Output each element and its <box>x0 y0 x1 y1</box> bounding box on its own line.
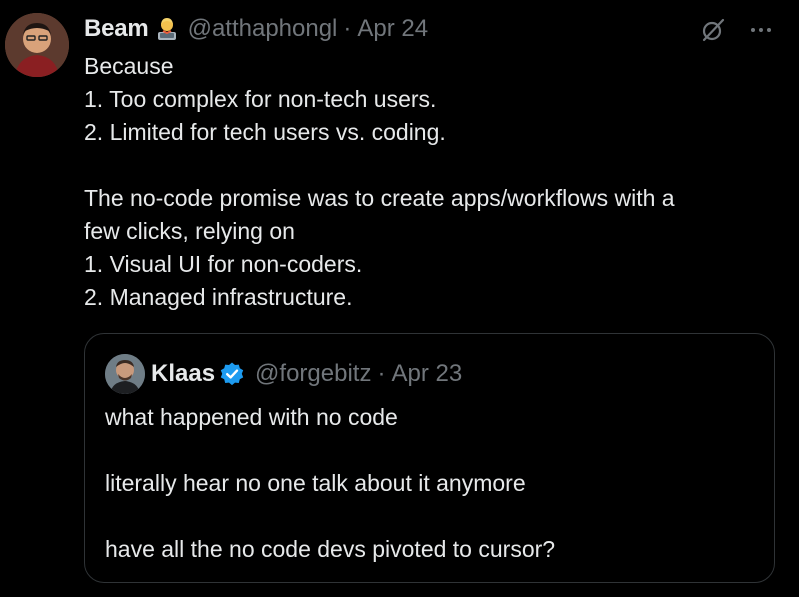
author-avatar[interactable] <box>5 13 69 77</box>
quoted-text-line: what happened with no code <box>105 404 398 430</box>
tweet-text-line: Because <box>84 53 174 79</box>
author-name[interactable]: Beam <box>84 15 149 43</box>
quoted-tweet[interactable]: Klaas @forgebitz · Apr 23 what happened … <box>84 333 775 583</box>
grok-icon[interactable] <box>699 16 727 44</box>
tweet-text-line: 2. Limited for tech users vs. coding. <box>84 119 446 145</box>
quoted-author-avatar[interactable] <box>105 354 145 394</box>
paragraph-break <box>105 500 755 533</box>
quoted-author-avatar-image <box>105 354 145 394</box>
technologist-emoji-icon <box>154 16 180 42</box>
paragraph-break <box>84 149 774 182</box>
tweet-text-line: 1. Visual UI for non-coders. <box>84 251 363 277</box>
author-avatar-image <box>5 13 69 77</box>
quoted-tweet-date[interactable]: Apr 23 <box>391 360 462 388</box>
author-handle[interactable]: @atthaphongl <box>188 15 338 43</box>
verified-badge-icon[interactable] <box>219 361 245 387</box>
tweet-date[interactable]: Apr 24 <box>357 15 428 43</box>
tweet-text-line: 1. Too complex for non-tech users. <box>84 86 437 112</box>
quoted-author-name[interactable]: Klaas <box>151 360 215 388</box>
quoted-text-line: literally hear no one talk about it anym… <box>105 470 526 496</box>
tweet-text-line: few clicks, relying on <box>84 218 295 244</box>
quoted-tweet-header: Klaas @forgebitz · Apr 23 <box>151 358 462 390</box>
tweet-header: Beam @atthaphongl · Apr 24 <box>84 14 428 44</box>
tweet[interactable]: Beam @atthaphongl · Apr 24 Because 1. To… <box>0 0 799 597</box>
tweet-text: Because 1. Too complex for non-tech user… <box>84 50 774 314</box>
paragraph-break <box>105 434 755 467</box>
tweet-text-line: The no-code promise was to create apps/w… <box>84 185 675 211</box>
quoted-tweet-text: what happened with no code literally hea… <box>105 401 755 566</box>
quoted-text-line: have all the no code devs pivoted to cur… <box>105 536 556 562</box>
more-options-icon[interactable] <box>747 16 775 44</box>
tweet-actions-top <box>699 16 775 44</box>
separator-dot: · <box>343 15 352 42</box>
quoted-author-handle[interactable]: @forgebitz <box>255 360 371 388</box>
tweet-text-line: 2. Managed infrastructure. <box>84 284 353 310</box>
separator-dot: · <box>377 360 386 387</box>
